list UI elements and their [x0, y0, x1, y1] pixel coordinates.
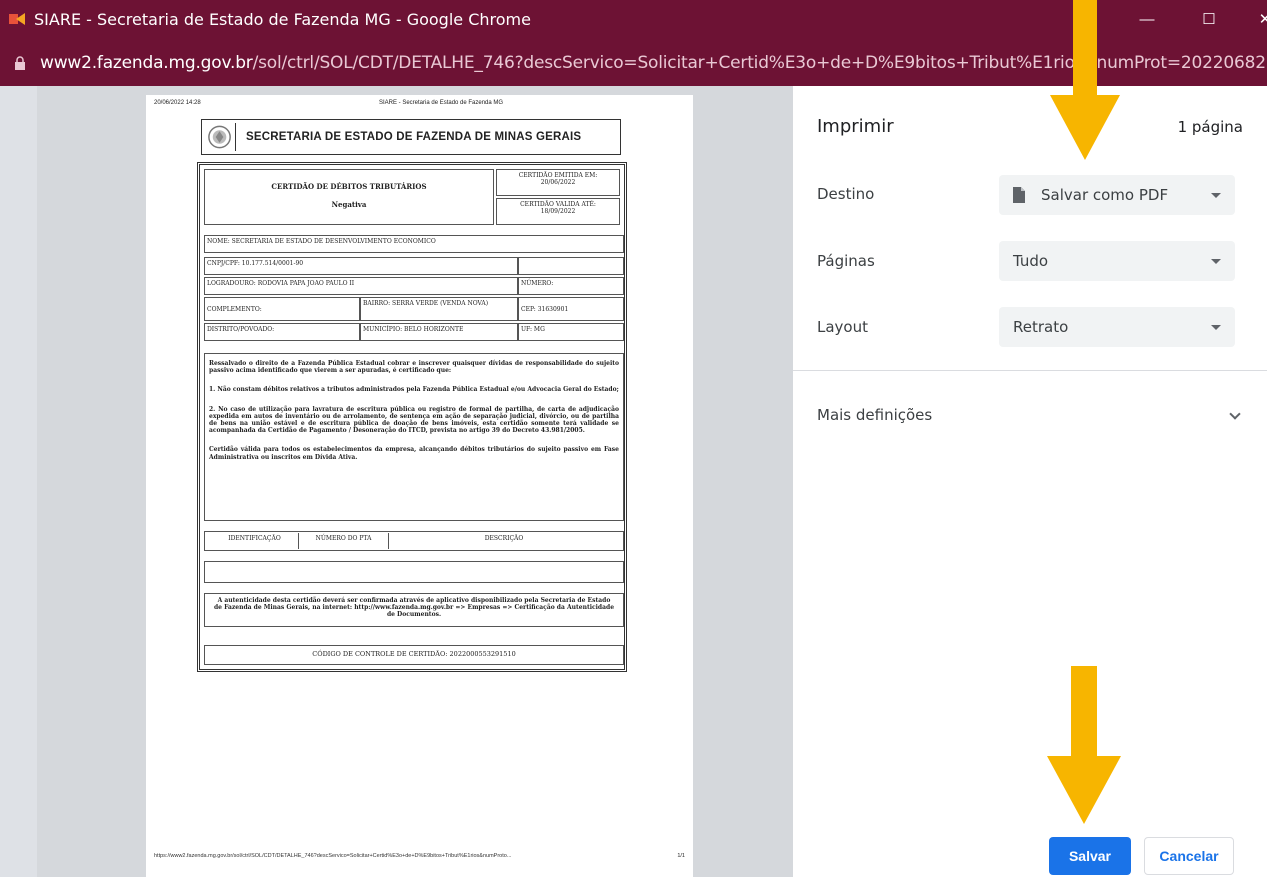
url-path: /sol/ctrl/SOL/CDT/DETALHE_746?descServic…	[252, 53, 1167, 73]
more-settings-toggle[interactable]: Mais definições	[817, 406, 932, 424]
col-description: DESCRIÇÃO	[484, 535, 524, 542]
print-settings-panel: Imprimir 1 página Destino Salvar como PD…	[793, 86, 1267, 877]
valid-label: CERTIDÃO VALIDA ATÉ:	[520, 201, 596, 208]
layout-label: Layout	[817, 318, 868, 336]
preview-page: 20/06/2022 14:28 SIARE - Secretaria de E…	[146, 95, 693, 877]
arrow-down-annotation-top	[1050, 0, 1120, 160]
authenticity-box: A autenticidade desta certidão deverá se…	[204, 593, 624, 627]
legal-paragraph-3: 2. No caso de utilização para lavratura …	[209, 405, 619, 435]
pdf-file-icon	[1013, 187, 1025, 203]
coat-of-arms-icon	[208, 123, 236, 151]
cert-title-box: CERTIDÃO DE DÉBITOS TRIBUTÁRIOS Negativa	[204, 169, 494, 225]
col-identification: IDENTIFICAÇÃO	[211, 533, 299, 549]
zip-field: CEP: 31630901	[518, 297, 624, 321]
settings-divider	[793, 370, 1267, 371]
pages-dropdown-icon	[1211, 259, 1221, 264]
cert-status: Negativa	[331, 200, 367, 209]
legal-paragraph-4: Certidão válida para todos os estabeleci…	[209, 446, 619, 461]
pages-label: Páginas	[817, 252, 875, 270]
issued-label: CERTIDÃO EMITIDA EM:	[518, 172, 598, 179]
valid-box: CERTIDÃO VALIDA ATÉ: 18/09/2022	[496, 198, 620, 225]
minimize-button[interactable]: —	[1132, 6, 1162, 34]
village-field: DISTRITO/POVOADO:	[204, 323, 360, 341]
pta-table-body	[204, 561, 624, 583]
certificate-frame: CERTIDÃO DE DÉBITOS TRIBUTÁRIOS Negativa…	[197, 162, 627, 672]
city-field: MUNICÍPIO: BELO HORIZONTE	[360, 323, 518, 341]
siare-favicon-icon	[9, 13, 25, 25]
legal-paragraph-2: 1. Não constam débitos relativos a tribu…	[209, 386, 619, 394]
col-pta-number: NÚMERO DO PTA	[299, 533, 389, 549]
page-count: 1 página	[1177, 118, 1243, 136]
chevron-down-icon[interactable]	[1229, 408, 1241, 420]
layout-select[interactable]: Retrato	[999, 307, 1235, 347]
destination-select[interactable]: Salvar como PDF	[999, 175, 1235, 215]
legal-paragraph-1: Ressalvado o direito de a Fazenda Públic…	[209, 360, 619, 375]
destination-label: Destino	[817, 185, 875, 203]
arrow-down-annotation-bottom	[1047, 666, 1121, 824]
print-preview-area: 20/06/2022 14:28 SIARE - Secretaria de E…	[37, 86, 793, 877]
valid-date: 18/09/2022	[540, 208, 576, 215]
window-title: SIARE - Secretaria de Estado de Fazenda …	[34, 10, 531, 29]
pages-select[interactable]: Tudo	[999, 241, 1235, 281]
print-date: 20/06/2022 14:28	[154, 100, 201, 106]
name-field: NOME: SECRETARIA DE ESTADO DE DESENVOLVI…	[204, 235, 624, 253]
destination-value: Salvar como PDF	[1041, 186, 1169, 204]
street-field: LOGRADOURO: RODOVIA PAPA JOAO PAULO II	[204, 277, 518, 295]
cert-title: CERTIDÃO DE DÉBITOS TRIBUTÁRIOS	[271, 182, 427, 191]
legal-text-box: Ressalvado o direito de a Fazenda Públic…	[204, 353, 624, 521]
pages-value: Tudo	[1013, 252, 1049, 270]
print-title: Imprimir	[817, 116, 894, 137]
layout-dropdown-icon	[1211, 325, 1221, 330]
layout-value: Retrato	[1013, 318, 1069, 336]
org-title: SECRETARIA DE ESTADO DE FAZENDA DE MINAS…	[246, 131, 582, 143]
print-footer-page: 1/1	[677, 853, 685, 859]
save-button[interactable]: Salvar	[1049, 837, 1131, 875]
maximize-button[interactable]: ☐	[1194, 6, 1224, 34]
close-button[interactable]: ✕	[1250, 6, 1267, 34]
issued-date: 20/06/2022	[540, 179, 576, 186]
print-header: SIARE - Secretaria de Estado de Fazenda …	[379, 100, 504, 106]
complement-field: COMPLEMENTO:	[204, 297, 360, 321]
cnpj-field: CNPJ/CPF: 10.177.514/0001-90	[204, 257, 518, 275]
cancel-button[interactable]: Cancelar	[1144, 837, 1234, 875]
destination-dropdown-icon	[1211, 193, 1221, 198]
pta-table-header: IDENTIFICAÇÃO NÚMERO DO PTA DESCRIÇÃO	[204, 531, 624, 551]
number-field: NÚMERO:	[518, 277, 624, 295]
control-code: CÓDIGO DE CONTROLE DE CERTIDÃO: 20220005…	[204, 645, 624, 665]
url-host: www2.fazenda.mg.gov.br	[40, 53, 253, 73]
org-header: SECRETARIA DE ESTADO DE FAZENDA DE MINAS…	[201, 119, 621, 155]
state-field: UF: MG	[518, 323, 624, 341]
print-footer-url: https://www2.fazenda.mg.gov.br/sol/ctrl/…	[154, 853, 512, 859]
blank-field	[518, 257, 624, 275]
url-tail: =20220682204018&...	[1166, 53, 1267, 73]
lock-icon	[15, 56, 25, 70]
district-field: BAIRRO: SERRA VERDE (VENDA NOVA)	[360, 297, 518, 321]
issued-box: CERTIDÃO EMITIDA EM: 20/06/2022	[496, 169, 620, 196]
